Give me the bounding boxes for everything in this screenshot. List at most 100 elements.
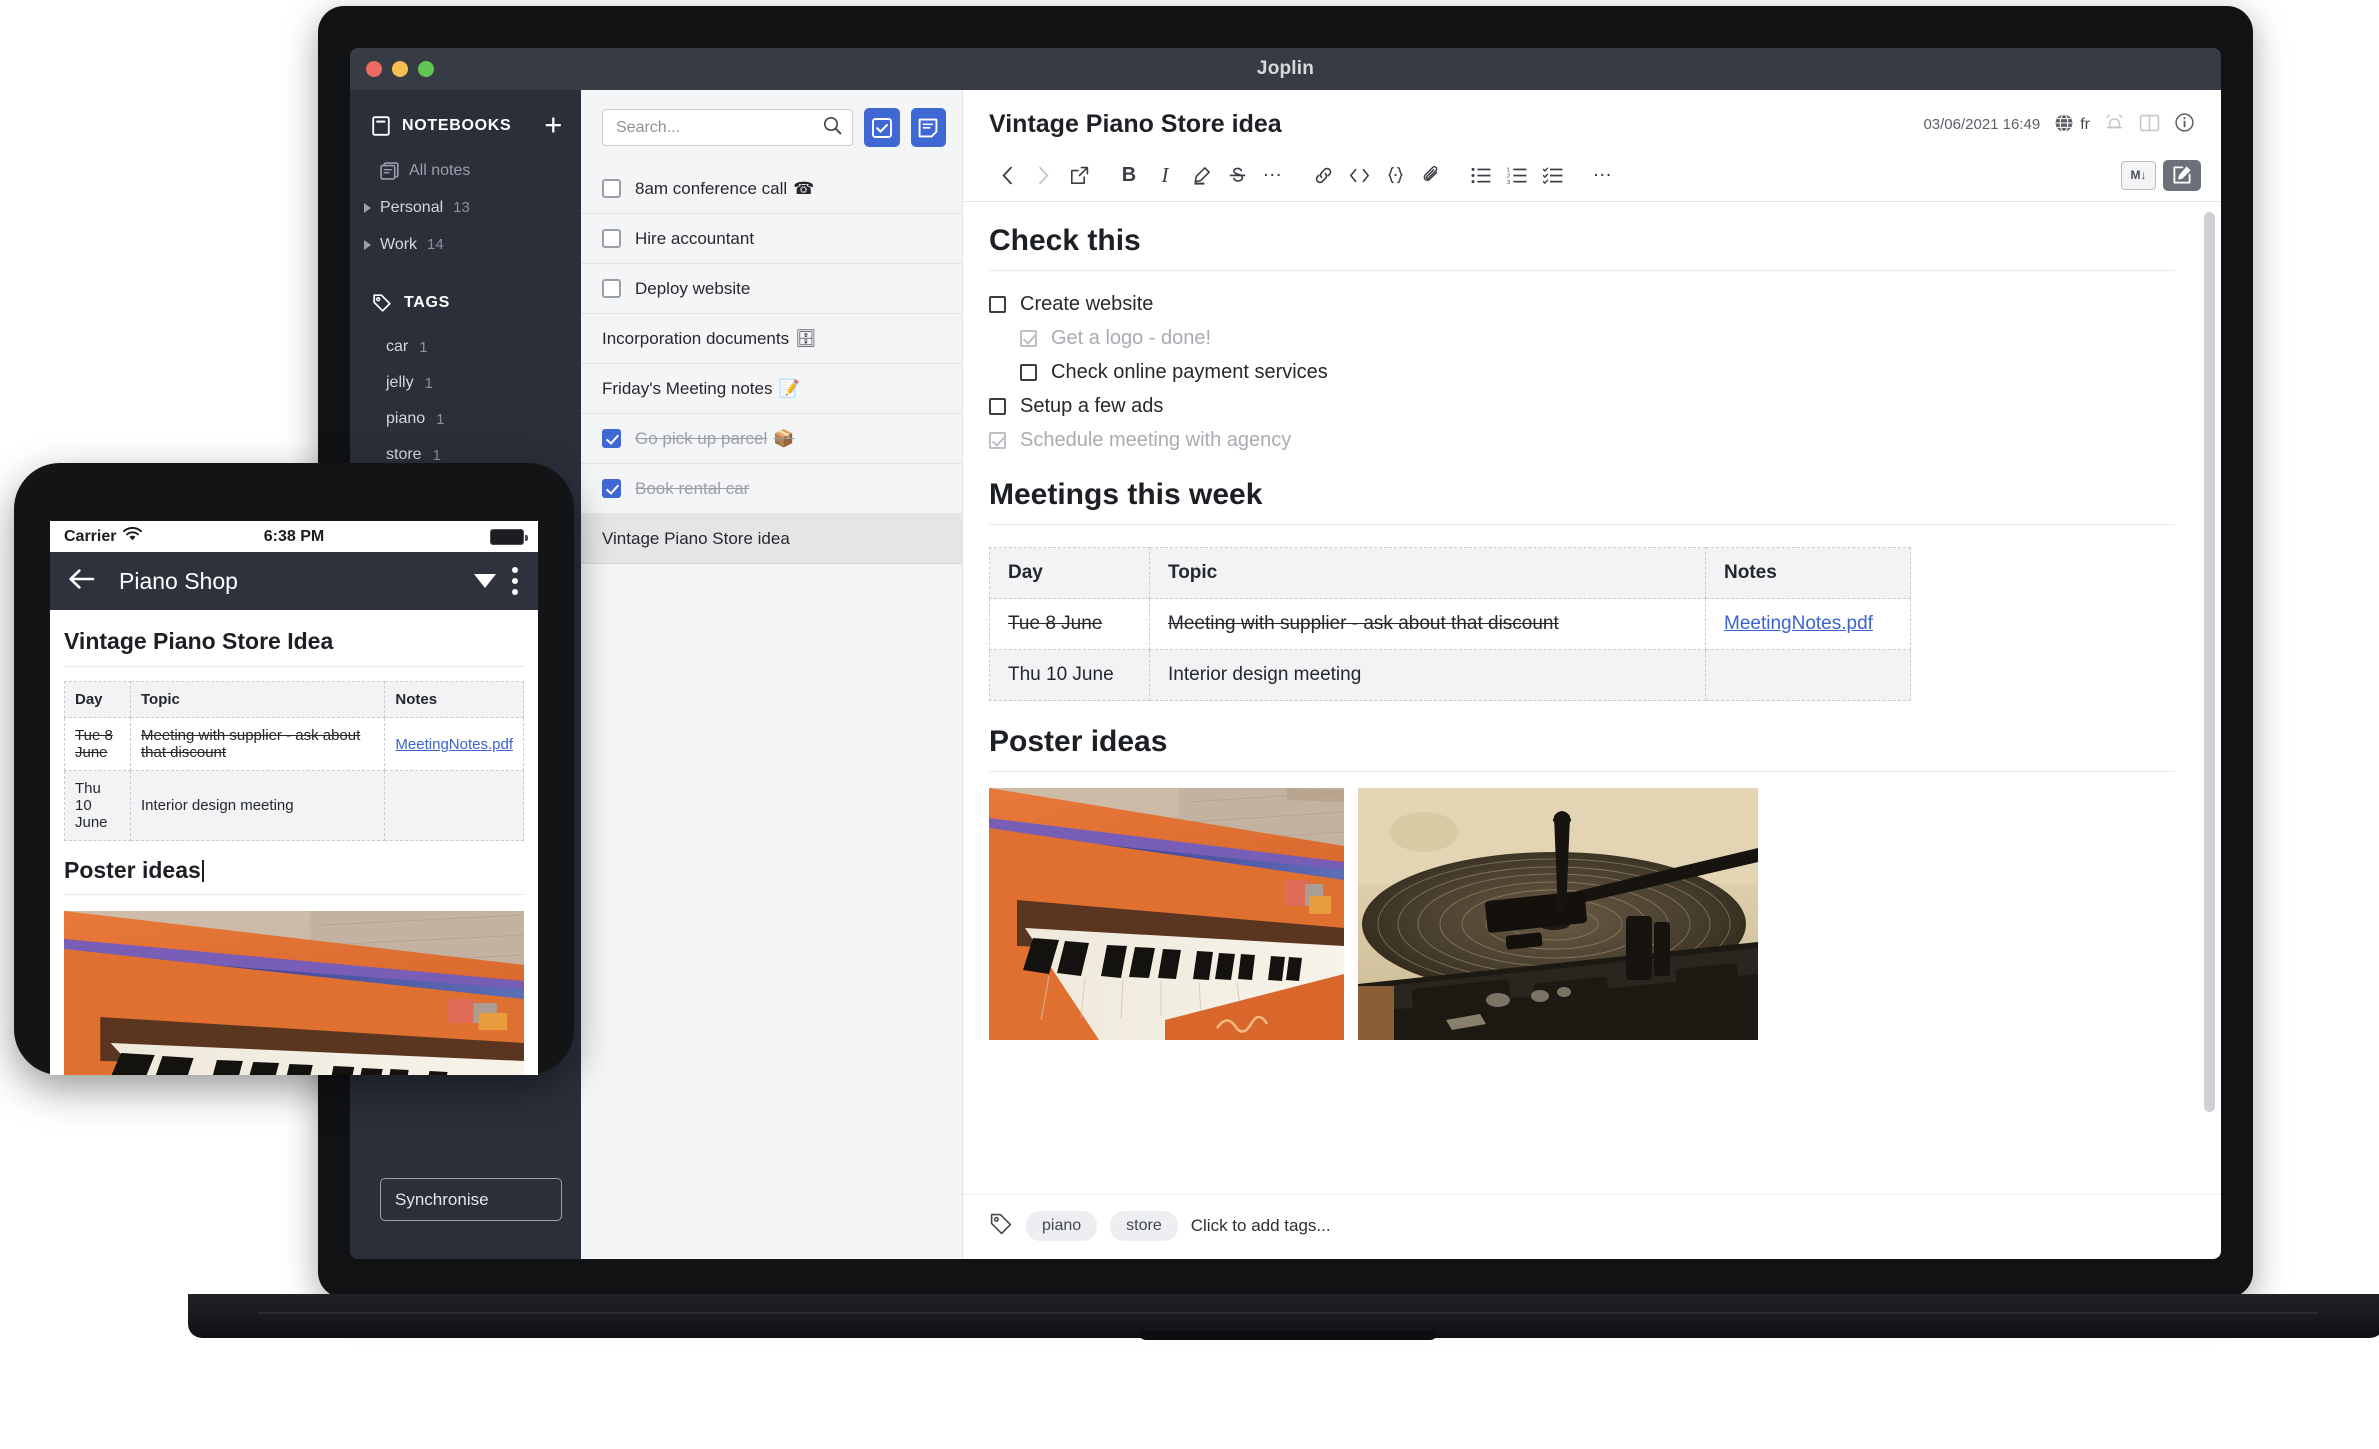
code-icon[interactable] <box>1341 159 1377 191</box>
tag-count: 1 <box>419 339 427 356</box>
highlight-pen-icon[interactable] <box>1183 159 1219 191</box>
numbered-list-icon[interactable]: 1 2 3 <box>1499 159 1535 191</box>
todo-checkbox[interactable] <box>602 429 621 448</box>
more-format-icon[interactable]: … <box>1255 159 1291 191</box>
search-icon[interactable] <box>823 116 842 140</box>
tags-label: TAGS <box>404 294 563 312</box>
task-checkbox[interactable] <box>989 398 1006 415</box>
cell-day: Tue 8 June <box>65 718 131 771</box>
note-body: Check this Create website Get a logo - d… <box>963 202 2221 1194</box>
sidebar-tag-piano[interactable]: piano 1 <box>350 401 581 437</box>
task-item[interactable]: Setup a few ads <box>989 395 2175 418</box>
note-list-title: Friday's Meeting notes📝 <box>602 379 800 399</box>
laptop-base-seam <box>258 1312 2318 1314</box>
task-item[interactable]: Check online payment services <box>1020 361 2175 384</box>
attachment-icon[interactable] <box>1413 159 1449 191</box>
task-label: Schedule meeting with agency <box>1020 429 1291 452</box>
task-item[interactable]: Get a logo - done! <box>1020 327 2175 350</box>
text-cursor <box>202 860 204 882</box>
list-item[interactable]: Hire accountant <box>581 214 962 264</box>
meeting-notes-link[interactable]: MeetingNotes.pdf <box>1724 613 1873 634</box>
task-item[interactable]: Create website <box>989 293 2175 316</box>
bold-button[interactable]: B <box>1111 159 1147 191</box>
chevron-down-icon[interactable] <box>474 574 496 588</box>
back-icon[interactable] <box>989 159 1025 191</box>
task-checkbox[interactable] <box>1020 330 1037 347</box>
editor-toolbar: B I <box>963 153 2221 202</box>
checklist-icon[interactable] <box>1535 159 1571 191</box>
turntable-photo[interactable] <box>1358 788 1758 1040</box>
list-item[interactable]: Incorporation documents🗄 <box>581 314 962 364</box>
chevron-right-icon[interactable] <box>364 203 371 213</box>
sidebar-tag-jelly[interactable]: jelly 1 <box>350 365 581 401</box>
tag-chip-piano[interactable]: piano <box>1026 1211 1097 1241</box>
sidebar-tag-car[interactable]: car 1 <box>350 329 581 365</box>
bulleted-list-icon[interactable] <box>1463 159 1499 191</box>
search-input[interactable] <box>616 119 823 137</box>
list-item[interactable]: Deploy website <box>581 264 962 314</box>
link-icon[interactable] <box>1305 159 1341 191</box>
task-checkbox[interactable] <box>989 296 1006 313</box>
table-row: Thu 10 June Interior design meeting <box>990 650 1911 701</box>
new-todo-button[interactable] <box>864 108 900 147</box>
sidebar-item-all-notes[interactable]: All notes <box>350 152 581 189</box>
cell-topic: Meeting with supplier - ask about that d… <box>1150 599 1706 650</box>
list-item[interactable]: Friday's Meeting notes📝 <box>581 364 962 414</box>
italic-button[interactable]: I <box>1147 159 1183 191</box>
table-row: Thu 10 June Interior design meeting <box>65 771 524 841</box>
note-title[interactable]: Vintage Piano Store idea <box>989 110 1923 139</box>
tag-bar: piano store Click to add tags... <box>963 1194 2221 1259</box>
new-note-button[interactable] <box>911 108 947 147</box>
list-item[interactable]: Book rental car <box>581 464 962 514</box>
piano-photo[interactable] <box>989 788 1344 1040</box>
cell-day: Tue 8 June <box>990 599 1150 650</box>
joplin-desktop-window: Joplin NOTEBOOKS + <box>350 48 2221 1259</box>
more-tools-icon[interactable]: … <box>1585 159 1621 191</box>
note-list-title: Hire accountant <box>635 229 754 249</box>
note-list-items: 8am conference call☎ Hire accountant Dep… <box>581 164 962 1259</box>
chevron-right-icon[interactable] <box>364 240 371 250</box>
list-item-selected[interactable]: Vintage Piano Store idea <box>581 514 962 564</box>
note-list-title: Incorporation documents🗄 <box>602 329 817 349</box>
table-header-row: Day Topic Notes <box>65 682 524 718</box>
list-item[interactable]: 8am conference call☎ <box>581 164 962 214</box>
cell-notes: MeetingNotes.pdf <box>1706 599 1911 650</box>
strikethrough-icon[interactable] <box>1219 159 1255 191</box>
tag-chip-store[interactable]: store <box>1110 1211 1178 1241</box>
task-checkbox[interactable] <box>989 432 1006 449</box>
editor-scrollbar[interactable] <box>2204 212 2215 1112</box>
todo-checkbox[interactable] <box>602 279 621 298</box>
search-box[interactable] <box>602 109 853 146</box>
meeting-notes-link[interactable]: MeetingNotes.pdf <box>395 736 513 753</box>
back-arrow-icon[interactable] <box>68 568 95 595</box>
todo-checkbox[interactable] <box>602 179 621 198</box>
forward-icon[interactable] <box>1025 159 1061 191</box>
synchronise-button[interactable]: Synchronise <box>380 1178 562 1221</box>
wifi-icon <box>123 527 142 546</box>
tag-label: piano <box>386 410 425 428</box>
layout-panels-icon[interactable] <box>2139 113 2160 137</box>
task-item[interactable]: Schedule meeting with agency <box>989 429 2175 452</box>
info-icon[interactable] <box>2174 112 2195 137</box>
todo-checkbox[interactable] <box>602 479 621 498</box>
list-item[interactable]: Go pick up parcel📦 <box>581 414 962 464</box>
sidebar-item-personal[interactable]: Personal 13 <box>350 189 581 226</box>
column-header-notes: Notes <box>1706 548 1911 599</box>
external-link-icon[interactable] <box>1061 159 1097 191</box>
globe-icon[interactable] <box>2054 113 2074 137</box>
add-tags-button[interactable]: Click to add tags... <box>1191 1216 1331 1236</box>
todo-checkbox[interactable] <box>602 229 621 248</box>
task-checkbox[interactable] <box>1020 364 1037 381</box>
cell-notes: MeetingNotes.pdf <box>385 718 524 771</box>
phone-piano-photo[interactable] <box>64 911 524 1075</box>
add-notebook-button[interactable]: + <box>544 115 563 135</box>
overflow-menu-icon[interactable] <box>512 567 518 595</box>
markdown-toggle-button[interactable]: M↓ <box>2121 161 2156 190</box>
table-row: Tue 8 June Meeting with supplier - ask a… <box>990 599 1911 650</box>
sidebar-item-work[interactable]: Work 14 <box>350 226 581 263</box>
screenshot-root: Joplin NOTEBOOKS + <box>0 0 2379 1449</box>
math-braces-icon[interactable] <box>1377 159 1413 191</box>
all-notes-label: All notes <box>409 162 470 180</box>
edit-mode-toggle-button[interactable] <box>2163 160 2201 191</box>
alarm-icon[interactable] <box>2104 112 2125 137</box>
